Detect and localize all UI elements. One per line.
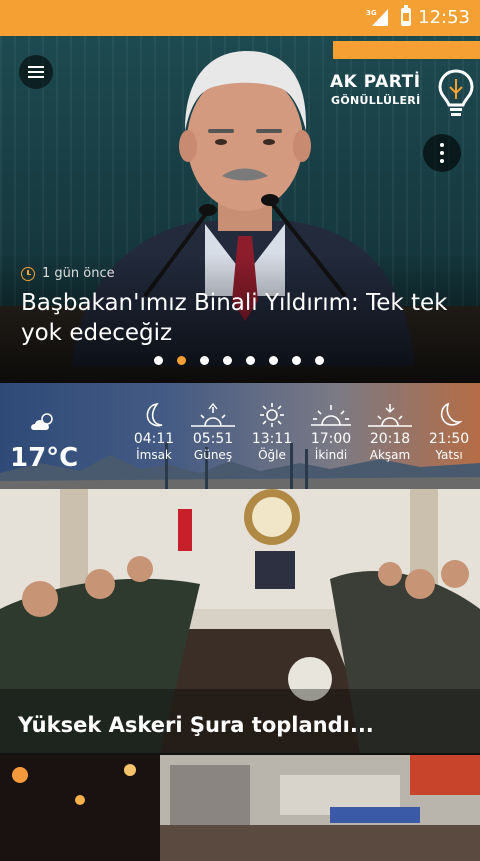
prayer-time-item: 21:50 Yatsı <box>419 401 479 463</box>
sun-icon <box>242 401 302 431</box>
prayer-time-item: 05:51 Güneş <box>183 401 243 463</box>
slider-dot[interactable] <box>154 356 163 365</box>
brand-accent-bar <box>333 41 480 59</box>
brand-name: AK PARTİ <box>330 72 421 92</box>
low-sun-icon <box>301 401 361 431</box>
slider-dot[interactable] <box>177 356 186 365</box>
slider-dot[interactable] <box>200 356 209 365</box>
status-time: 12:53 <box>418 7 470 28</box>
slider-dots <box>154 356 338 365</box>
clock-icon <box>21 266 35 281</box>
more-vertical-icon <box>440 143 444 147</box>
news-photo <box>0 755 480 861</box>
slider-dot[interactable] <box>315 356 324 365</box>
menu-button[interactable] <box>19 55 53 89</box>
more-vertical-icon <box>440 159 444 163</box>
news-card[interactable] <box>0 755 480 861</box>
lightbulb-icon <box>438 69 474 116</box>
hamburger-icon <box>28 71 44 73</box>
hamburger-icon <box>28 76 44 78</box>
slider-dot[interactable] <box>246 356 255 365</box>
prayer-time-name: Yatsı <box>435 448 463 462</box>
signal-icon <box>372 9 388 26</box>
slider-dot[interactable] <box>292 356 301 365</box>
sunrise-icon <box>183 401 243 431</box>
prayer-time-name: Akşam <box>369 448 411 462</box>
post-time: 1 gün önce <box>21 266 115 281</box>
night-moon-icon <box>419 401 479 431</box>
more-options-button[interactable] <box>423 134 461 172</box>
slider-dot[interactable] <box>223 356 232 365</box>
news-title: Yüksek Askeri Şura toplandı... <box>18 713 374 737</box>
slider-dot[interactable] <box>269 356 278 365</box>
prayer-time-value: 20:18 <box>369 431 411 447</box>
temperature: 17°C <box>10 443 79 473</box>
prayer-time-name: İkindi <box>314 448 348 462</box>
brand-subtitle: GÖNÜLLÜLERİ <box>331 94 421 107</box>
slider-headline[interactable]: Başbakan'ımız Binali Yıldırım: Tek tek y… <box>21 288 461 348</box>
hamburger-icon <box>28 66 44 68</box>
hero-slider[interactable]: AK PARTİ GÖNÜLLÜLERİ 1 gün önce Başbakan… <box>0 36 480 383</box>
crescent-moon-icon <box>124 401 184 431</box>
prayer-time-name: İmsak <box>136 448 172 462</box>
battery-icon <box>401 5 411 26</box>
prayer-time-value: 05:51 <box>192 431 234 447</box>
prayer-time-name: Öğle <box>258 448 286 462</box>
prayer-time-name: Güneş <box>193 448 233 462</box>
prayer-time-value: 04:11 <box>133 431 175 447</box>
status-bar: 3G 12:53 <box>0 0 480 36</box>
prayer-time-item: 13:11 Öğle <box>242 401 302 463</box>
prayer-times-bar[interactable]: 17°C 04:11 İmsak 05:51 Güneş 13:11 Öğle 17:00 İ… <box>0 383 480 489</box>
partly-cloudy-icon <box>31 413 53 430</box>
prayer-time-value: 13:11 <box>251 431 293 447</box>
prayer-time-value: 21:50 <box>428 431 470 447</box>
time-ago-label: 1 gün önce <box>42 266 115 281</box>
more-vertical-icon <box>440 151 444 155</box>
prayer-time-item: 04:11 İmsak <box>124 401 184 463</box>
sunset-icon <box>360 401 420 431</box>
news-card[interactable]: Yüksek Askeri Şura toplandı... <box>0 489 480 753</box>
prayer-time-item: 17:00 İkindi <box>301 401 361 463</box>
prayer-times-list: 04:11 İmsak 05:51 Güneş 13:11 Öğle 17:00 İkindi… <box>124 401 480 471</box>
prayer-time-value: 17:00 <box>310 431 352 447</box>
prayer-time-item: 20:18 Akşam <box>360 401 420 463</box>
